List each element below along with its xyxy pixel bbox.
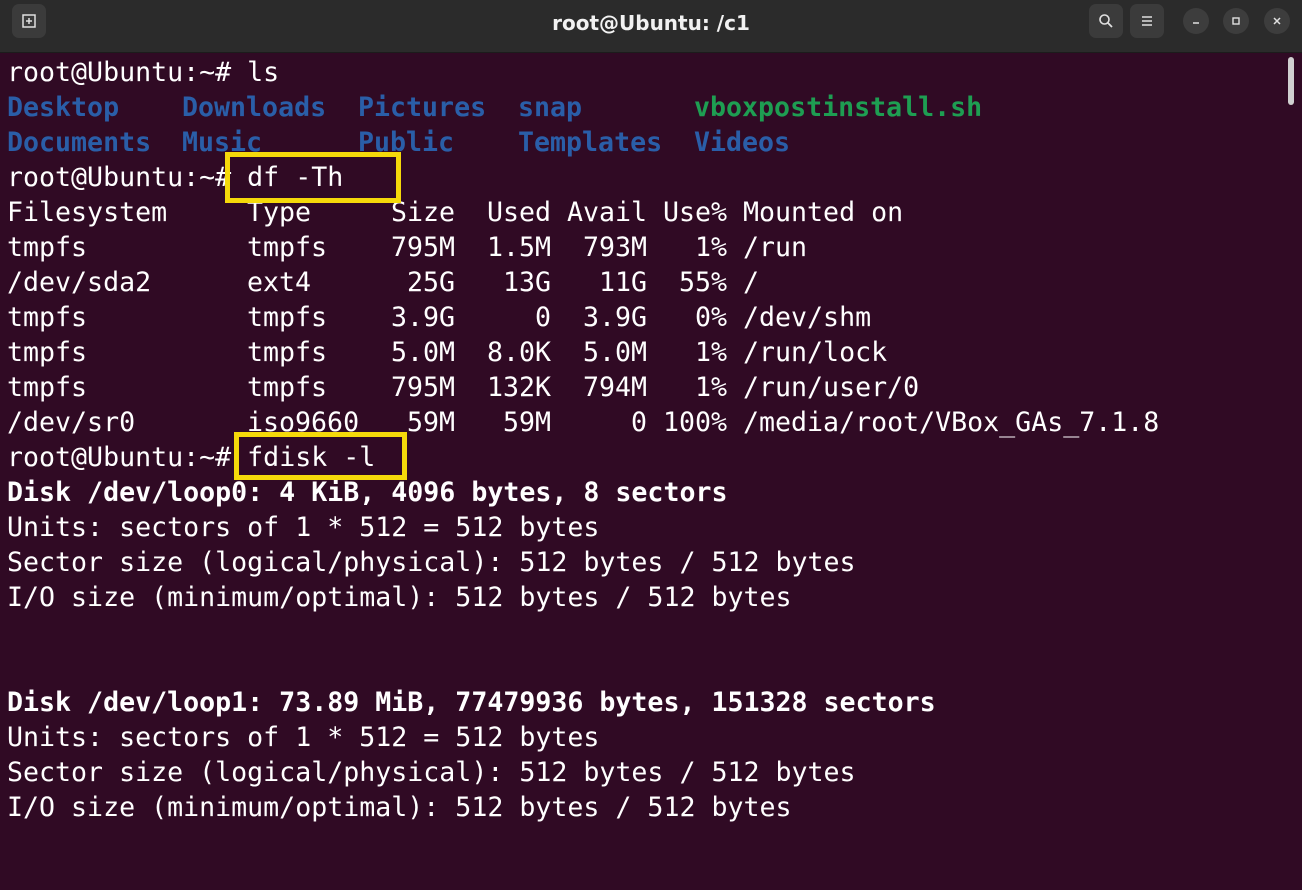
df-cell-used: 132K [486, 372, 551, 403]
prompt-line-ls: root@Ubuntu:~# ls [7, 55, 1277, 90]
df-row: tmpfs tmpfs 3.9G 0 3.9G 0% /dev/shm [7, 300, 1277, 335]
close-icon [1273, 17, 1281, 25]
df-cell-type: tmpfs [247, 232, 328, 263]
disk-sector-size: Sector size (logical/physical): 512 byte… [7, 757, 856, 788]
df-cell-avail: 0 [630, 407, 647, 438]
df-cell-size: 25G [406, 267, 455, 298]
ls-entry-directory: Desktop [7, 92, 120, 123]
df-cell-use-percent: 1% [694, 232, 727, 263]
prompt: root@Ubuntu:~# [7, 162, 232, 193]
df-cell-mount: /run/lock [743, 337, 888, 368]
df-cell-mount: /media/root/VBox_GAs_7.1.8 [743, 407, 1160, 438]
search-button[interactable] [1089, 4, 1123, 38]
df-cell-filesystem: tmpfs [7, 302, 88, 333]
highlight-box-df-command [225, 152, 401, 203]
df-cell-avail: 793M [582, 232, 647, 263]
df-header-cell: Mounted on [743, 197, 904, 228]
df-cell-used: 1.5M [486, 232, 551, 263]
ls-entry-directory: Templates [518, 127, 663, 158]
ls-entry-executable: vboxpostinstall.sh [694, 92, 983, 123]
df-cell-type: tmpfs [247, 337, 328, 368]
ls-entry-directory: Videos [694, 127, 791, 158]
df-cell-size: 795M [390, 372, 455, 403]
prompt-line-df: root@Ubuntu:~# df -Th [7, 160, 1277, 195]
df-cell-type: ext4 [247, 267, 312, 298]
df-header-row: Filesystem Type Size Used Avail Use% Mounted o… [7, 195, 1277, 230]
df-cell-type: tmpfs [247, 302, 328, 333]
disk-io-size: I/O size (minimum/optimal): 512 bytes / … [7, 792, 792, 823]
df-cell-size: 3.9G [390, 302, 455, 333]
df-cell-avail: 3.9G [582, 302, 647, 333]
terminal-output[interactable]: root@Ubuntu:~# ls Desktop Downloads Pictur… [7, 55, 1277, 890]
df-cell-use-percent: 0% [694, 302, 727, 333]
df-cell-size: 5.0M [390, 337, 455, 368]
ls-entry-directory: Downloads [182, 92, 327, 123]
df-header-cell: Used [486, 197, 551, 228]
disk-header: Disk /dev/loop1: 73.89 MiB, 77479936 byt… [7, 687, 936, 718]
prompt: root@Ubuntu:~# [7, 442, 232, 473]
df-cell-filesystem: tmpfs [7, 232, 88, 263]
df-cell-use-percent: 1% [694, 372, 727, 403]
df-header-cell: Filesystem [7, 197, 168, 228]
maximize-icon [1232, 17, 1240, 25]
prompt-line-fdisk: root@Ubuntu:~# fdisk -l [7, 440, 1277, 475]
ls-entry-directory: Documents [7, 127, 152, 158]
ls-row: Documents Music Public Templates Videos [7, 125, 1277, 160]
minimize-icon [1193, 22, 1199, 24]
df-cell-mount: /run [743, 232, 808, 263]
terminal-window: root@Ubuntu: /c1 root@Ubuntu:~# ls Deskt… [0, 0, 1302, 890]
ls-entry-directory: Pictures [358, 92, 487, 123]
df-header-cell: Use% [662, 197, 727, 228]
disk-header: Disk /dev/loop0: 4 KiB, 4096 bytes, 8 se… [7, 477, 728, 508]
df-cell-avail: 11G [598, 267, 647, 298]
df-cell-mount: /run/user/0 [743, 372, 920, 403]
df-row: /dev/sr0 iso9660 59M 59M 0 100%/media/root/VB… [7, 405, 1277, 440]
df-cell-mount: / [743, 267, 760, 298]
highlight-box-fdisk-command [234, 432, 407, 480]
maximize-button[interactable] [1223, 8, 1249, 34]
df-cell-used: 8.0K [486, 337, 551, 368]
menu-button[interactable] [1130, 4, 1164, 38]
scrollbar-thumb[interactable] [1288, 57, 1294, 105]
disk-units: Units: sectors of 1 * 512 = 512 bytes [7, 722, 600, 753]
disk-io-size: I/O size (minimum/optimal): 512 bytes / … [7, 582, 792, 613]
df-header-cell: Avail [566, 197, 647, 228]
df-cell-avail: 5.0M [582, 337, 647, 368]
df-cell-filesystem: /dev/sda2 [7, 267, 152, 298]
df-cell-mount: /dev/shm [743, 302, 872, 333]
disk-sector-size: Sector size (logical/physical): 512 byte… [7, 547, 856, 578]
close-button[interactable] [1264, 8, 1290, 34]
df-cell-used: 0 [534, 302, 551, 333]
df-cell-avail: 794M [582, 372, 647, 403]
df-cell-filesystem: tmpfs [7, 372, 88, 403]
prompt: root@Ubuntu:~# [7, 57, 232, 88]
df-row: tmpfs tmpfs 5.0M 8.0K 5.0M 1% /run/lock [7, 335, 1277, 370]
ls-entry-directory: snap [518, 92, 583, 123]
title-bar[interactable]: root@Ubuntu: /c1 [0, 0, 1302, 53]
df-cell-use-percent: 55% [678, 267, 727, 298]
ls-row: Desktop Downloads Pictures snap vboxpostinst… [7, 90, 1277, 125]
df-cell-type: tmpfs [247, 372, 328, 403]
df-cell-used: 59M [502, 407, 551, 438]
hamburger-menu-icon [1142, 16, 1152, 26]
df-cell-filesystem: /dev/sr0 [7, 407, 136, 438]
minimize-button[interactable] [1183, 8, 1209, 34]
df-cell-used: 13G [502, 267, 551, 298]
df-cell-size: 795M [390, 232, 455, 263]
df-cell-filesystem: tmpfs [7, 337, 88, 368]
disk-units: Units: sectors of 1 * 512 = 512 bytes [7, 512, 600, 543]
df-row: tmpfs tmpfs 795M 132K 794M 1% /run/user/0 [7, 370, 1277, 405]
df-row: tmpfs tmpfs 795M 1.5M 793M 1% /run [7, 230, 1277, 265]
df-cell-use-percent: 100% [662, 407, 727, 438]
search-icon [1099, 14, 1113, 28]
df-cell-use-percent: 1% [694, 337, 727, 368]
df-row: /dev/sda2 ext4 25G 13G 11G 55% / [7, 265, 1277, 300]
command-text: ls [231, 57, 280, 88]
